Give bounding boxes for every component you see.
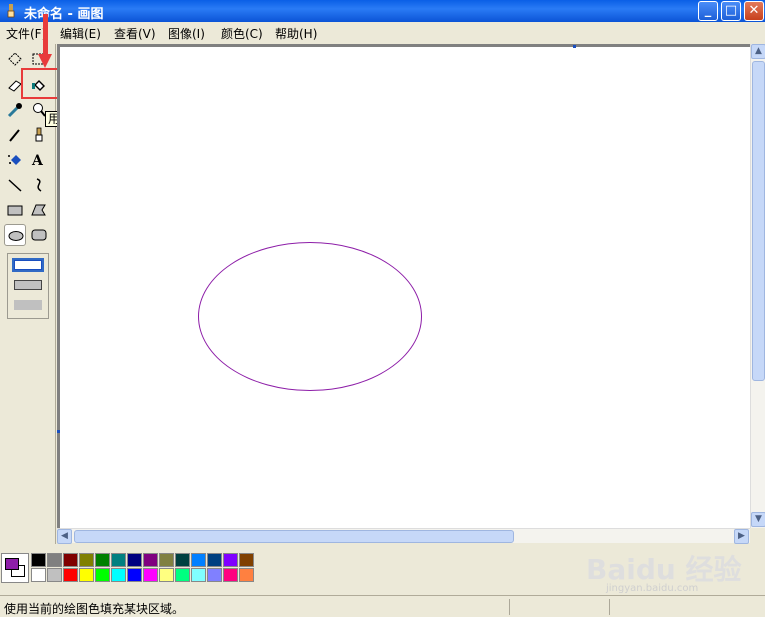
watermark-main-text: Baidu 经验: [586, 553, 742, 586]
scroll-left-button[interactable]: ◀: [57, 529, 72, 544]
palette-swatch[interactable]: [63, 568, 78, 582]
menu-edit[interactable]: 编辑(E): [60, 25, 101, 42]
palette-swatch[interactable]: [143, 553, 158, 567]
text-tool[interactable]: A: [28, 149, 50, 171]
palette-swatch[interactable]: [31, 553, 46, 567]
text-icon: A: [31, 153, 44, 168]
polygon-icon: [31, 204, 46, 216]
brush-icon: [35, 127, 43, 142]
horizontal-scroll-thumb[interactable]: [74, 530, 514, 543]
palette-swatch[interactable]: [191, 553, 206, 567]
rounded-rectangle-icon: [31, 229, 47, 241]
menu-file[interactable]: 文件(F): [6, 25, 46, 42]
line-icon: [8, 179, 22, 192]
rounded-rectangle-tool[interactable]: [28, 224, 50, 246]
line-tool[interactable]: [4, 174, 26, 196]
pencil-tool[interactable]: [4, 124, 26, 146]
svg-text:A: A: [31, 153, 44, 168]
option-fill-only[interactable]: [14, 300, 42, 310]
rectangle-icon: [7, 205, 23, 216]
canvas-resize-handle-top[interactable]: [573, 45, 576, 48]
palette-swatch[interactable]: [95, 553, 110, 567]
option-outline-only[interactable]: [14, 260, 42, 270]
status-cell-position: [509, 599, 609, 615]
palette-swatch[interactable]: [127, 553, 142, 567]
eyedropper-icon: [7, 103, 22, 118]
palette-swatch[interactable]: [47, 553, 62, 567]
palette-swatch[interactable]: [159, 553, 174, 567]
window-title: 未命名 - 画图: [24, 7, 104, 22]
brush-tool[interactable]: [28, 124, 50, 146]
baidu-watermark: Baidu 经验 jingyan.baidu.com: [586, 548, 756, 594]
paint-app-icon: [7, 4, 15, 18]
palette-swatch[interactable]: [223, 553, 238, 567]
annotation-arrow-shaft: [43, 14, 48, 56]
polygon-tool[interactable]: [28, 199, 50, 221]
title-bar: 未命名 - 画图 _ □ ✕: [0, 0, 765, 22]
palette-swatch[interactable]: [175, 553, 190, 567]
menu-colors[interactable]: 颜色(C): [221, 25, 263, 42]
drawing-canvas[interactable]: [60, 47, 750, 528]
maximize-button[interactable]: □: [721, 1, 741, 21]
ellipse-tool[interactable]: [4, 224, 26, 246]
minimize-button[interactable]: _: [698, 1, 718, 21]
menu-view[interactable]: 查看(V): [114, 25, 156, 42]
palette-swatch[interactable]: [47, 568, 62, 582]
palette-swatch[interactable]: [31, 568, 46, 582]
status-bar: 使用当前的绘图色填充某块区域。: [0, 595, 765, 617]
vertical-scroll-thumb[interactable]: [752, 61, 765, 381]
watermark-sub-text: jingyan.baidu.com: [606, 583, 699, 594]
close-button[interactable]: ✕: [744, 1, 764, 21]
current-colors-box[interactable]: [1, 553, 29, 583]
drawn-ellipse: [198, 242, 422, 391]
palette-swatch[interactable]: [111, 568, 126, 582]
status-text: 使用当前的绘图色填充某块区域。: [4, 602, 185, 616]
color-picker-tool[interactable]: [4, 99, 26, 121]
annotation-arrow-head: [38, 54, 52, 68]
palette-swatch[interactable]: [111, 553, 126, 567]
vertical-scrollbar[interactable]: ▲ ▼: [750, 44, 765, 528]
foreground-color: [5, 558, 19, 570]
pencil-icon: [9, 129, 20, 142]
scroll-up-button[interactable]: ▲: [751, 44, 765, 59]
palette-swatch[interactable]: [79, 553, 94, 567]
free-select-icon: [8, 52, 22, 66]
canvas-resize-handle-left[interactable]: [57, 430, 60, 433]
option-outline-fill[interactable]: [14, 280, 42, 290]
palette-swatch[interactable]: [207, 553, 222, 567]
palette-swatch[interactable]: [223, 568, 238, 582]
close-icon: ✕: [748, 3, 760, 18]
maximize-icon: □: [724, 3, 738, 18]
curve-icon: [36, 178, 42, 192]
palette-swatch[interactable]: [143, 568, 158, 582]
scroll-down-button[interactable]: ▼: [751, 512, 765, 527]
horizontal-scrollbar[interactable]: ◀ ▶: [57, 528, 750, 544]
ellipse-icon: [8, 231, 24, 241]
rectangle-tool[interactable]: [4, 199, 26, 221]
palette-swatch[interactable]: [175, 568, 190, 582]
palette-swatch[interactable]: [239, 568, 254, 582]
menu-help[interactable]: 帮助(H): [275, 25, 317, 42]
minimize-icon: _: [704, 3, 712, 18]
palette-swatch[interactable]: [127, 568, 142, 582]
palette-swatch[interactable]: [63, 553, 78, 567]
palette-swatch[interactable]: [239, 553, 254, 567]
status-cell-size: [609, 599, 709, 615]
scroll-right-button[interactable]: ▶: [734, 529, 749, 544]
palette-swatch[interactable]: [159, 568, 174, 582]
palette-swatch[interactable]: [95, 568, 110, 582]
free-select-tool[interactable]: [4, 48, 26, 70]
palette-swatch[interactable]: [79, 568, 94, 582]
curve-tool[interactable]: [28, 174, 50, 196]
palette-swatch[interactable]: [207, 568, 222, 582]
airbrush-tool[interactable]: [4, 149, 26, 171]
palette-swatch[interactable]: [191, 568, 206, 582]
airbrush-icon: [8, 155, 21, 165]
menu-bar: 文件(F) 编辑(E) 查看(V) 图像(I) 颜色(C) 帮助(H): [0, 22, 765, 42]
menu-image[interactable]: 图像(I): [168, 25, 205, 42]
fill-style-options: [7, 253, 49, 319]
